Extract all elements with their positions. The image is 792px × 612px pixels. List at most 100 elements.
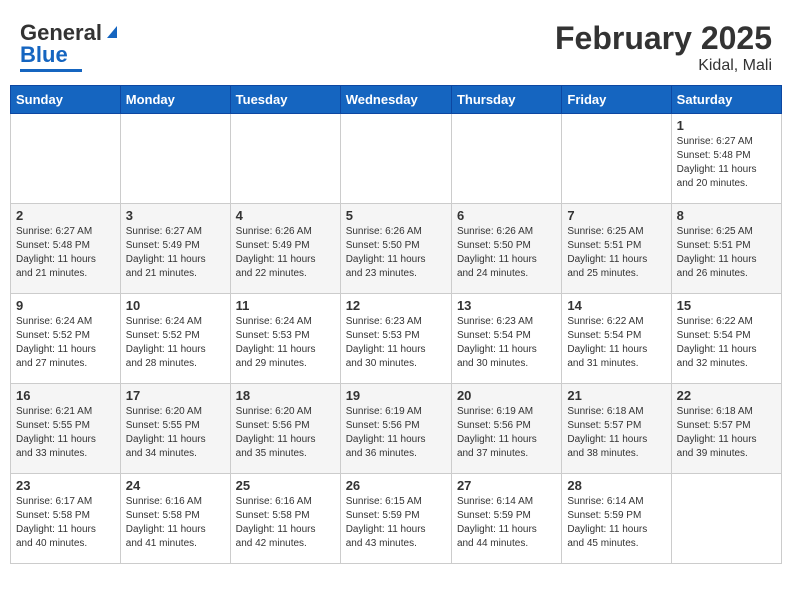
calendar-cell: 18Sunrise: 6:20 AM Sunset: 5:56 PM Dayli… xyxy=(230,384,340,474)
col-saturday: Saturday xyxy=(671,86,781,114)
calendar-cell: 14 Sunrise: 6:22 AM Sunset: 5:54 PM Dayli… xyxy=(562,294,671,384)
calendar-cell xyxy=(120,114,230,204)
col-thursday: Thursday xyxy=(451,86,561,114)
calendar-cell: 7 Sunrise: 6:25 AM Sunset: 5:51 PM Daylig… xyxy=(562,204,671,294)
day-info: Sunrise: 6:20 AM Sunset: 5:55 PM Dayligh… xyxy=(126,405,225,461)
calendar-cell xyxy=(340,114,451,204)
calendar-cell: 23 Sunrise: 6:17 AM Sunset: 5:58 PM Dayli… xyxy=(11,474,121,564)
calendar-cell: 4Sunrise: 6:26 AM Sunset: 5:49 PM Daylig… xyxy=(230,204,340,294)
day-info: Sunrise: 6:17 AM Sunset: 5:58 PM Dayligh… xyxy=(16,495,115,551)
day-number: 15 xyxy=(677,298,776,313)
day-info: Sunrise: 6:19 AM Sunset: 5:56 PM Dayligh… xyxy=(346,405,446,461)
col-tuesday: Tuesday xyxy=(230,86,340,114)
day-info: Sunrise: 6:14 AM Sunset: 5:59 PM Dayligh… xyxy=(457,495,556,551)
day-number: 17 xyxy=(126,388,225,403)
day-number: 5 xyxy=(346,208,446,223)
calendar-cell xyxy=(671,474,781,564)
day-number: 3 xyxy=(126,208,225,223)
day-info: Sunrise: 6:19 AM Sunset: 5:56 PM Dayligh… xyxy=(457,405,556,461)
calendar-cell: 26 Sunrise: 6:15 AM Sunset: 5:59 PM Dayli… xyxy=(340,474,451,564)
calendar-cell: 8 Sunrise: 6:25 AM Sunset: 5:51 PM Daylig… xyxy=(671,204,781,294)
calendar-week-row-0: 1Sunrise: 6:27 AM Sunset: 5:48 PM Daylig… xyxy=(11,114,782,204)
calendar-cell: 9 Sunrise: 6:24 AM Sunset: 5:52 PM Daylig… xyxy=(11,294,121,384)
day-info: Sunrise: 6:24 AM Sunset: 5:53 PM Dayligh… xyxy=(236,315,335,371)
day-info: Sunrise: 6:23 AM Sunset: 5:54 PM Dayligh… xyxy=(457,315,556,371)
day-number: 2 xyxy=(16,208,115,223)
day-number: 26 xyxy=(346,478,446,493)
day-number: 7 xyxy=(567,208,665,223)
calendar-week-row-1: 2 Sunrise: 6:27 AM Sunset: 5:48 PM Daylig… xyxy=(11,204,782,294)
day-info: Sunrise: 6:20 AM Sunset: 5:56 PM Dayligh… xyxy=(236,405,335,461)
day-number: 24 xyxy=(126,478,225,493)
day-info: Sunrise: 6:22 AM Sunset: 5:54 PM Dayligh… xyxy=(677,315,776,371)
calendar-cell xyxy=(451,114,561,204)
day-info: Sunrise: 6:22 AM Sunset: 5:54 PM Dayligh… xyxy=(567,315,665,371)
day-number: 4 xyxy=(236,208,335,223)
day-number: 10 xyxy=(126,298,225,313)
day-info: Sunrise: 6:26 AM Sunset: 5:50 PM Dayligh… xyxy=(457,225,556,281)
col-friday: Friday xyxy=(562,86,671,114)
page-title: February 2025 xyxy=(555,20,772,57)
calendar-cell: 11Sunrise: 6:24 AM Sunset: 5:53 PM Dayli… xyxy=(230,294,340,384)
calendar-cell: 1Sunrise: 6:27 AM Sunset: 5:48 PM Daylig… xyxy=(671,114,781,204)
day-number: 25 xyxy=(236,478,335,493)
calendar-week-row-2: 9 Sunrise: 6:24 AM Sunset: 5:52 PM Daylig… xyxy=(11,294,782,384)
day-number: 6 xyxy=(457,208,556,223)
calendar-cell: 17 Sunrise: 6:20 AM Sunset: 5:55 PM Dayli… xyxy=(120,384,230,474)
calendar-cell: 24Sunrise: 6:16 AM Sunset: 5:58 PM Dayli… xyxy=(120,474,230,564)
day-info: Sunrise: 6:25 AM Sunset: 5:51 PM Dayligh… xyxy=(677,225,776,281)
calendar-cell: 19Sunrise: 6:19 AM Sunset: 5:56 PM Dayli… xyxy=(340,384,451,474)
logo-arrow-icon xyxy=(103,22,121,40)
page-subtitle: Kidal, Mali xyxy=(555,57,772,75)
day-info: Sunrise: 6:23 AM Sunset: 5:53 PM Dayligh… xyxy=(346,315,446,371)
day-info: Sunrise: 6:15 AM Sunset: 5:59 PM Dayligh… xyxy=(346,495,446,551)
calendar-cell: 28Sunrise: 6:14 AM Sunset: 5:59 PM Dayli… xyxy=(562,474,671,564)
day-info: Sunrise: 6:27 AM Sunset: 5:48 PM Dayligh… xyxy=(16,225,115,281)
calendar-cell: 22 Sunrise: 6:18 AM Sunset: 5:57 PM Dayli… xyxy=(671,384,781,474)
day-info: Sunrise: 6:26 AM Sunset: 5:50 PM Dayligh… xyxy=(346,225,446,281)
logo-underline xyxy=(20,69,82,72)
calendar-cell: 20 Sunrise: 6:19 AM Sunset: 5:56 PM Dayli… xyxy=(451,384,561,474)
day-number: 1 xyxy=(677,118,776,133)
calendar-cell: 6 Sunrise: 6:26 AM Sunset: 5:50 PM Daylig… xyxy=(451,204,561,294)
day-number: 13 xyxy=(457,298,556,313)
calendar-week-row-3: 16Sunrise: 6:21 AM Sunset: 5:55 PM Dayli… xyxy=(11,384,782,474)
calendar-cell: 25 Sunrise: 6:16 AM Sunset: 5:58 PM Dayli… xyxy=(230,474,340,564)
logo-blue: Blue xyxy=(20,42,68,68)
calendar-cell: 2 Sunrise: 6:27 AM Sunset: 5:48 PM Daylig… xyxy=(11,204,121,294)
col-wednesday: Wednesday xyxy=(340,86,451,114)
day-number: 20 xyxy=(457,388,556,403)
day-info: Sunrise: 6:18 AM Sunset: 5:57 PM Dayligh… xyxy=(677,405,776,461)
calendar-cell: 21Sunrise: 6:18 AM Sunset: 5:57 PM Dayli… xyxy=(562,384,671,474)
calendar-cell: 5 Sunrise: 6:26 AM Sunset: 5:50 PM Daylig… xyxy=(340,204,451,294)
calendar-cell: 12 Sunrise: 6:23 AM Sunset: 5:53 PM Dayli… xyxy=(340,294,451,384)
day-number: 14 xyxy=(567,298,665,313)
day-number: 23 xyxy=(16,478,115,493)
day-number: 16 xyxy=(16,388,115,403)
day-info: Sunrise: 6:24 AM Sunset: 5:52 PM Dayligh… xyxy=(16,315,115,371)
day-number: 22 xyxy=(677,388,776,403)
day-number: 28 xyxy=(567,478,665,493)
day-info: Sunrise: 6:27 AM Sunset: 5:49 PM Dayligh… xyxy=(126,225,225,281)
day-number: 27 xyxy=(457,478,556,493)
day-number: 21 xyxy=(567,388,665,403)
calendar-cell xyxy=(230,114,340,204)
calendar-cell: 13 Sunrise: 6:23 AM Sunset: 5:54 PM Dayli… xyxy=(451,294,561,384)
calendar-cell xyxy=(11,114,121,204)
calendar-table: Sunday Monday Tuesday Wednesday Thursday… xyxy=(10,85,782,564)
calendar-cell xyxy=(562,114,671,204)
col-monday: Monday xyxy=(120,86,230,114)
calendar-cell: 16Sunrise: 6:21 AM Sunset: 5:55 PM Dayli… xyxy=(11,384,121,474)
calendar-cell: 10Sunrise: 6:24 AM Sunset: 5:52 PM Dayli… xyxy=(120,294,230,384)
logo: General Blue xyxy=(20,20,121,72)
day-number: 8 xyxy=(677,208,776,223)
day-info: Sunrise: 6:25 AM Sunset: 5:51 PM Dayligh… xyxy=(567,225,665,281)
calendar-header-row: Sunday Monday Tuesday Wednesday Thursday… xyxy=(11,86,782,114)
day-number: 9 xyxy=(16,298,115,313)
calendar-cell: 15 Sunrise: 6:22 AM Sunset: 5:54 PM Dayli… xyxy=(671,294,781,384)
day-number: 12 xyxy=(346,298,446,313)
calendar-week-row-4: 23 Sunrise: 6:17 AM Sunset: 5:58 PM Dayli… xyxy=(11,474,782,564)
day-info: Sunrise: 6:16 AM Sunset: 5:58 PM Dayligh… xyxy=(236,495,335,551)
col-sunday: Sunday xyxy=(11,86,121,114)
page-header: General Blue February 2025 Kidal, Mali xyxy=(10,10,782,80)
